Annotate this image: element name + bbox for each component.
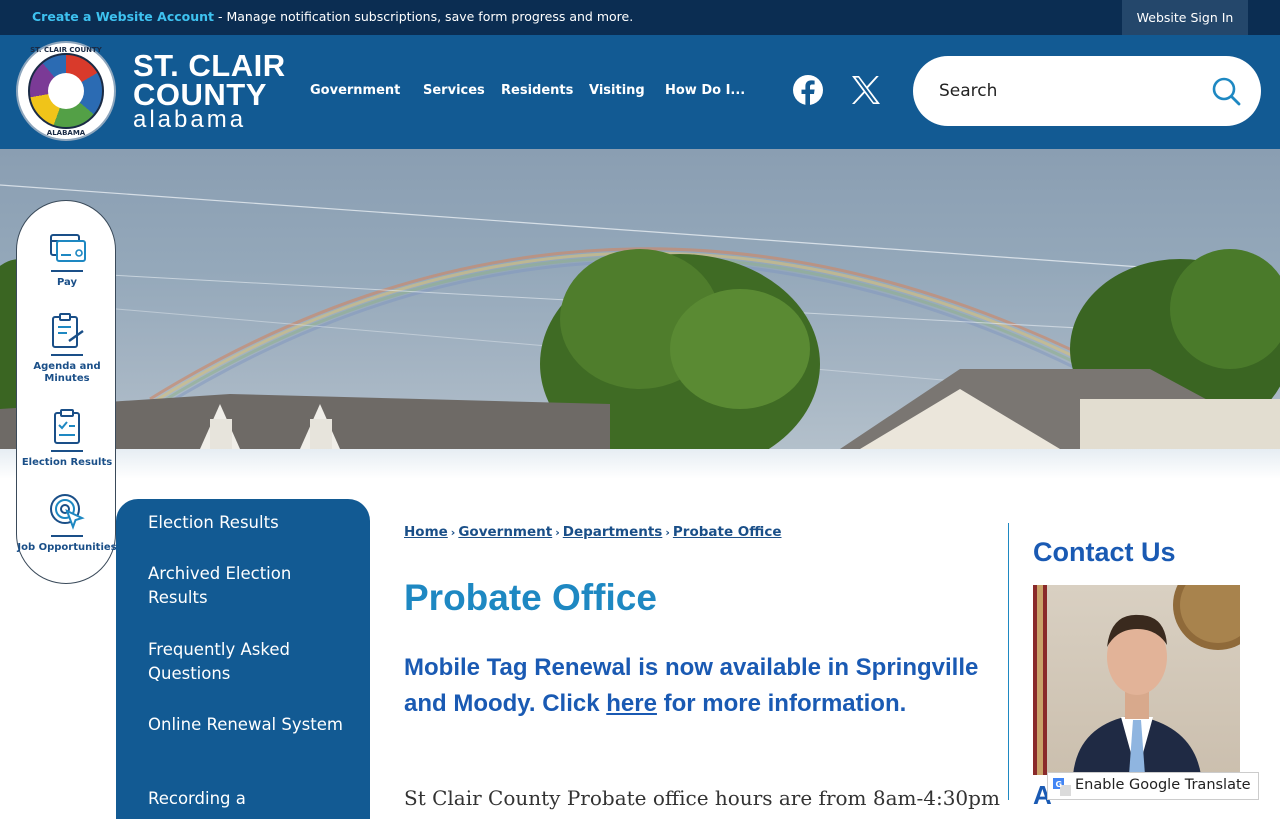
agenda-clipboard-icon bbox=[52, 313, 84, 348]
county-seal-logo[interactable]: ST. CLAIR COUNTY ALABAMA bbox=[16, 41, 116, 141]
nav-item-visiting[interactable]: Visiting bbox=[589, 83, 645, 98]
sidenav-item-recording[interactable]: Recording a bbox=[148, 787, 348, 811]
contact-us-heading: Contact Us bbox=[1033, 537, 1176, 567]
seal-map-graphic bbox=[28, 53, 104, 129]
google-translate-button[interactable]: G Enable Google Translate bbox=[1047, 772, 1259, 800]
svg-text:G: G bbox=[1056, 780, 1063, 789]
rainbow-landscape-illustration bbox=[0, 184, 1280, 449]
translate-label: Enable Google Translate bbox=[1075, 777, 1251, 793]
announcement-here-link[interactable]: here bbox=[606, 690, 657, 717]
wordmark-line-2: COUNTY bbox=[133, 77, 267, 112]
payment-card-icon bbox=[50, 234, 86, 262]
quick-link-label: Election Results bbox=[21, 457, 113, 468]
facebook-icon[interactable] bbox=[791, 73, 825, 107]
breadcrumb-probate-office[interactable]: Probate Office bbox=[673, 524, 782, 540]
mobile-tag-announcement: Mobile Tag Renewal is now available in S… bbox=[404, 650, 984, 722]
hero-banner-image bbox=[0, 149, 1280, 449]
election-checklist-icon bbox=[54, 409, 80, 444]
wordmark-line-3: alabama bbox=[133, 106, 247, 133]
search-input[interactable] bbox=[939, 78, 1199, 104]
nav-item-services[interactable]: Services bbox=[423, 83, 485, 98]
create-account-link[interactable]: Create a Website Account bbox=[32, 9, 214, 24]
breadcrumb-departments[interactable]: Departments bbox=[563, 524, 663, 540]
office-hours-text: St Clair County Probate office hours are… bbox=[404, 786, 1000, 810]
sidenav-item-election-results[interactable]: Election Results bbox=[148, 511, 348, 535]
search-box bbox=[913, 56, 1261, 126]
sidenav-item-faq[interactable]: Frequently Asked Questions bbox=[148, 638, 348, 686]
quick-link-label: Pay bbox=[56, 277, 78, 288]
nav-item-government[interactable]: Government bbox=[310, 83, 400, 98]
sidenav-item-archived-election-results[interactable]: Archived Election Results bbox=[148, 562, 348, 610]
quick-link-label: Job Opportunities bbox=[17, 542, 117, 553]
seal-bottom-text: ALABAMA bbox=[46, 129, 86, 137]
breadcrumb-home[interactable]: Home bbox=[404, 524, 448, 540]
county-wordmark[interactable]: ST. CLAIR COUNTY alabama bbox=[133, 48, 286, 133]
announcement-text-end: for more information. bbox=[656, 690, 907, 717]
breadcrumb: Home › Government › Departments › Probate Offi… bbox=[404, 524, 782, 540]
x-twitter-icon[interactable] bbox=[849, 73, 883, 107]
site-header: ST. CLAIR COUNTY ALABAMA ST. CLAIR COUNT… bbox=[0, 35, 1280, 149]
content-divider bbox=[1008, 523, 1009, 800]
wordmark-line-1: ST. CLAIR bbox=[133, 48, 286, 83]
quick-link-label: Agenda and Minutes bbox=[33, 361, 101, 384]
account-notice: Create a Website Account - Manage notifi… bbox=[32, 9, 633, 24]
breadcrumb-government[interactable]: Government bbox=[458, 524, 552, 540]
official-portrait-image bbox=[1033, 585, 1240, 775]
nav-item-how-do-i[interactable]: How Do I... bbox=[665, 83, 745, 98]
create-account-description: - Manage notification subscriptions, sav… bbox=[214, 9, 634, 24]
website-sign-in-button[interactable]: Website Sign In bbox=[1122, 0, 1248, 35]
sidenav-item-online-renewal[interactable]: Online Renewal System bbox=[148, 713, 348, 737]
hero-fade bbox=[0, 449, 1280, 479]
nav-item-residents[interactable]: Residents bbox=[501, 83, 573, 98]
search-icon[interactable] bbox=[1211, 76, 1241, 106]
target-click-icon bbox=[50, 494, 85, 530]
google-translate-icon: G bbox=[1053, 778, 1071, 796]
page-title: Probate Office bbox=[404, 577, 657, 618]
contact-photo bbox=[1033, 585, 1240, 775]
section-side-navigation: Election Results Archived Election Resul… bbox=[116, 499, 370, 819]
top-notification-bar: Create a Website Account - Manage notifi… bbox=[0, 0, 1280, 35]
quick-links-panel: Pay Agenda and Minutes Election Results bbox=[16, 200, 117, 584]
